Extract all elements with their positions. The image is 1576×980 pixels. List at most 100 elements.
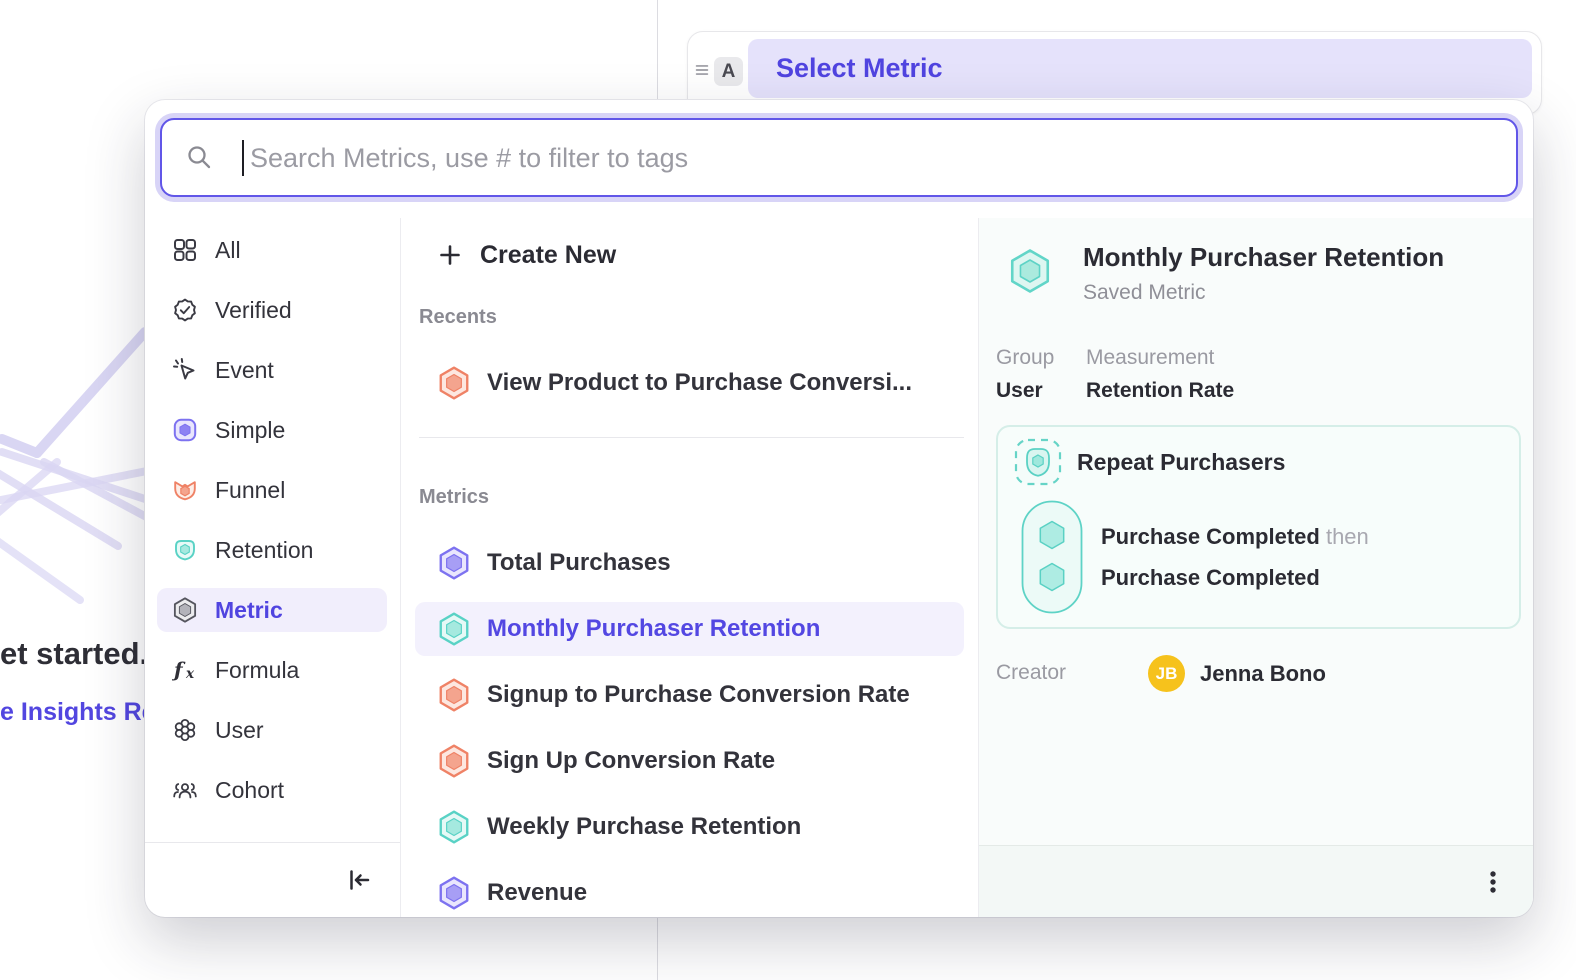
simple-metric-icon — [172, 417, 198, 443]
plus-icon — [437, 242, 463, 268]
sidebar-item-label: Verified — [215, 297, 292, 324]
metric-list-item[interactable]: Sign Up Conversion Rate — [415, 734, 964, 788]
metric-type-retention-icon — [1007, 248, 1053, 294]
detail-title: Monthly Purchaser Retention — [1083, 242, 1444, 273]
metric-item-label: Weekly Purchase Retention — [487, 813, 801, 841]
sidebar-footer-divider — [145, 842, 400, 843]
app-canvas: et started. e Insights Re A Select Metri… — [0, 0, 1576, 980]
svg-text:ƒ: ƒ — [172, 658, 186, 682]
creator-avatar: JB — [1148, 655, 1185, 692]
sidebar-item-metric[interactable]: Metric — [157, 588, 387, 632]
metric-item-label: View Product to Purchase Conversi... — [487, 369, 912, 397]
verified-badge-icon — [172, 297, 198, 323]
sidebar-item-verified[interactable]: Verified — [157, 288, 387, 332]
section-divider — [419, 437, 964, 438]
more-options-icon[interactable] — [1477, 866, 1509, 898]
metric-item-label: Signup to Purchase Conversion Rate — [487, 681, 910, 709]
step-event-name: Purchase Completed — [1101, 565, 1320, 590]
detail-subtitle: Saved Metric — [1083, 281, 1206, 305]
property-value: User — [996, 379, 1062, 403]
metric-detail-panel: Monthly Purchaser Retention Saved Metric… — [979, 218, 1533, 917]
definition-step: Purchase Completed then — [1101, 524, 1369, 550]
sidebar-item-all[interactable]: All — [157, 228, 387, 272]
salmon-hexagon-icon — [437, 744, 471, 778]
sidebar-item-label: User — [215, 717, 264, 744]
select-metric-label: Select Metric — [776, 53, 943, 84]
metric-definition-card: Repeat Purchasers Purchase Completed the… — [996, 425, 1521, 629]
funnel-icon — [172, 477, 198, 503]
sidebar-item-user[interactable]: User — [157, 708, 387, 752]
row-label-badge: A — [714, 57, 743, 86]
purple-hexagon-icon — [437, 876, 471, 910]
cohort-icon — [172, 777, 198, 803]
metric-item-label: Total Purchases — [487, 549, 671, 577]
sidebar-item-simple[interactable]: Simple — [157, 408, 387, 452]
property-label: Group — [996, 346, 1062, 370]
creator-label: Creator — [996, 661, 1066, 685]
select-metric-button[interactable]: Select Metric — [748, 39, 1532, 98]
metric-hexagon-icon — [172, 597, 198, 623]
create-new-label: Create New — [480, 241, 616, 270]
sidebar-item-label: Retention — [215, 537, 313, 564]
search-icon — [185, 143, 213, 171]
background-headline-fragment: et started. — [0, 636, 148, 672]
metric-list-item[interactable]: Signup to Purchase Conversion Rate — [415, 668, 964, 722]
sidebar-item-label: Event — [215, 357, 274, 384]
sidebar-item-retention[interactable]: Retention — [157, 528, 387, 572]
metric-list-item[interactable]: Weekly Purchase Retention — [415, 800, 964, 854]
property-measurement: Measurement Retention Rate — [1086, 346, 1234, 403]
creator-name: Jenna Bono — [1200, 661, 1326, 687]
search-input[interactable] — [248, 120, 1504, 197]
sidebar-item-label: Cohort — [215, 777, 284, 804]
user-cluster-icon — [172, 717, 198, 743]
metric-list-item[interactable]: View Product to Purchase Conversi... — [415, 356, 964, 410]
sidebar-item-label: All — [215, 237, 241, 264]
section-label-recents: Recents — [419, 306, 497, 329]
metric-list-item[interactable]: Monthly Purchaser Retention — [415, 602, 964, 656]
formula-icon: ƒ x — [172, 657, 198, 683]
sidebar-item-formula[interactable]: ƒ x Formula — [157, 648, 387, 692]
salmon-hexagon-icon — [437, 678, 471, 712]
metric-list-item[interactable]: Total Purchases — [415, 536, 964, 590]
drag-handle-icon[interactable] — [693, 61, 711, 79]
sidebar-item-cohort[interactable]: Cohort — [157, 768, 387, 812]
property-label: Measurement — [1086, 346, 1234, 370]
definition-name: Repeat Purchasers — [1077, 449, 1285, 476]
retention-icon — [172, 537, 198, 563]
metric-item-label: Revenue — [487, 879, 587, 907]
sidebar-item-label: Formula — [215, 657, 299, 684]
metric-list-item[interactable]: Revenue — [415, 866, 964, 917]
collapse-sidebar-icon[interactable] — [345, 866, 373, 894]
step-connector: then — [1320, 524, 1369, 549]
definition-step: Purchase Completed — [1101, 565, 1320, 591]
background-link-fragment[interactable]: e Insights Re — [0, 698, 156, 727]
detail-footer — [979, 845, 1533, 917]
property-group: Group User — [996, 346, 1062, 403]
event-cursor-icon — [172, 357, 198, 383]
sidebar-item-label: Simple — [215, 417, 285, 444]
event-sequence-icon — [1021, 500, 1083, 614]
retention-definition-icon — [1013, 437, 1063, 487]
salmon-hexagon-icon — [437, 366, 471, 400]
category-sidebar: All Verified Event Simple Funnel Retenti… — [145, 218, 400, 917]
metric-picker-modal: All Verified Event Simple Funnel Retenti… — [145, 100, 1533, 917]
sidebar-item-funnel[interactable]: Funnel — [157, 468, 387, 512]
svg-text:x: x — [185, 666, 195, 682]
teal-hexagon-icon — [437, 810, 471, 844]
teal-hexagon-icon — [437, 612, 471, 646]
sidebar-item-event[interactable]: Event — [157, 348, 387, 392]
search-bar[interactable] — [160, 118, 1518, 197]
grid-icon — [172, 237, 198, 263]
text-cursor — [242, 140, 244, 176]
property-value: Retention Rate — [1086, 379, 1234, 403]
decorative-lines — [0, 318, 160, 678]
create-new-button[interactable]: Create New — [415, 230, 964, 280]
step-event-name: Purchase Completed — [1101, 524, 1320, 549]
metric-item-label: Sign Up Conversion Rate — [487, 747, 775, 775]
sidebar-item-label: Funnel — [215, 477, 285, 504]
metric-item-label: Monthly Purchaser Retention — [487, 615, 820, 643]
sidebar-item-label: Metric — [215, 597, 283, 624]
purple-hexagon-icon — [437, 546, 471, 580]
section-label-metrics: Metrics — [419, 486, 489, 509]
metric-list: Create New Recents View Product to Purch… — [401, 218, 978, 917]
